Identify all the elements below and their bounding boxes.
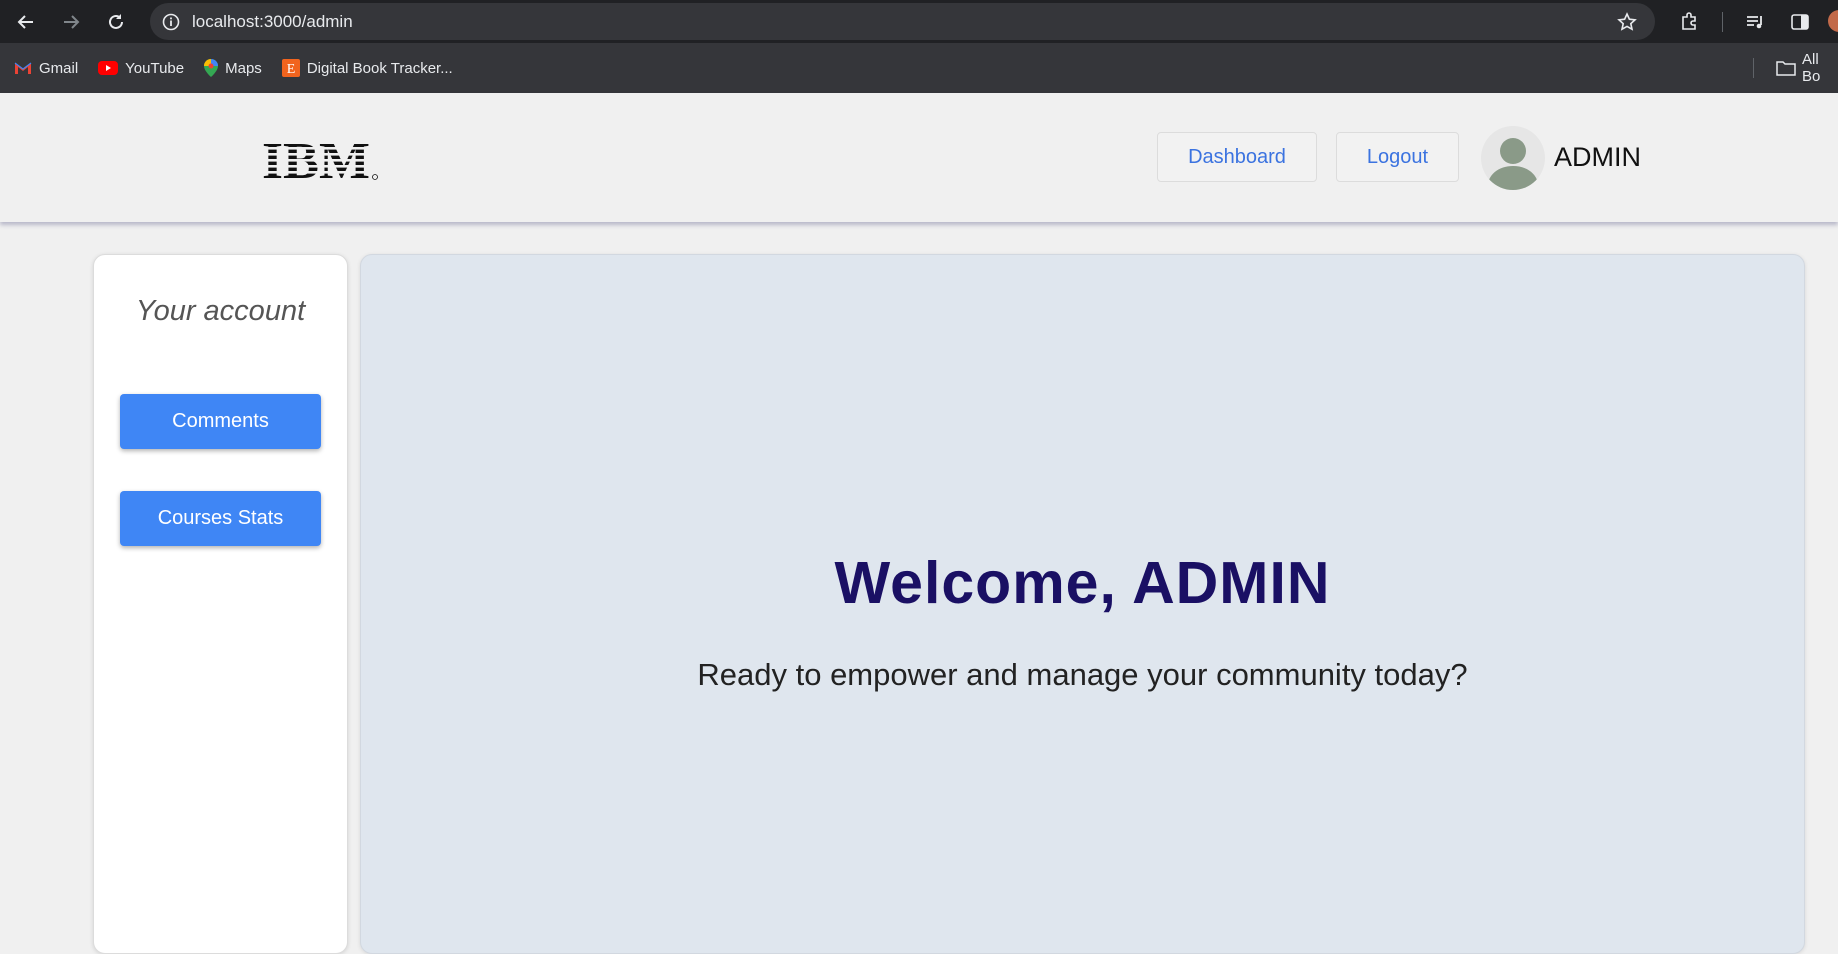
bookmarks-bar: Gmail YouTube Maps E Digital Book Tracke… xyxy=(0,43,1838,93)
all-bookmarks-folder[interactable]: All Bo xyxy=(1776,43,1838,93)
browser-toolbar: localhost:3000/admin xyxy=(0,0,1838,43)
maps-icon xyxy=(204,59,219,77)
forward-arrow-icon xyxy=(64,14,80,29)
reload-button[interactable] xyxy=(93,0,139,43)
welcome-panel: Welcome, ADMIN Ready to empower and mana… xyxy=(360,254,1805,954)
bookmarks-divider xyxy=(1753,58,1754,78)
bookmark-digital-book-tracker[interactable]: E Digital Book Tracker... xyxy=(281,59,453,77)
reload-icon xyxy=(109,13,123,29)
youtube-icon xyxy=(98,61,119,75)
back-arrow-icon xyxy=(17,14,33,29)
url-text: localhost:3000/admin xyxy=(192,11,353,31)
media-control-icon[interactable] xyxy=(1744,0,1766,43)
app-header: IBM Dashboard Logout ADMIN xyxy=(0,93,1838,222)
bookmark-star-icon[interactable] xyxy=(1617,12,1637,37)
address-bar[interactable]: localhost:3000/admin xyxy=(150,3,1655,40)
dashboard-button[interactable]: Dashboard xyxy=(1157,132,1317,182)
extensions-icon[interactable] xyxy=(1678,0,1700,43)
username-label: ADMIN xyxy=(1554,142,1641,172)
courses-stats-button[interactable]: Courses Stats xyxy=(120,491,321,546)
bookmark-gmail[interactable]: Gmail xyxy=(14,60,78,77)
site-info-icon[interactable] xyxy=(150,13,192,31)
logout-button[interactable]: Logout xyxy=(1336,132,1459,182)
side-panel-icon[interactable] xyxy=(1789,0,1811,43)
etsy-icon: E xyxy=(281,59,300,77)
welcome-heading: Welcome, ADMIN xyxy=(834,550,1331,616)
folder-icon xyxy=(1776,60,1796,76)
forward-button[interactable] xyxy=(48,0,94,43)
avatar[interactable] xyxy=(1481,126,1545,190)
profile-avatar[interactable] xyxy=(1828,10,1838,32)
account-sidebar: Your account Comments Courses Stats xyxy=(93,254,348,954)
sidebar-title: Your account xyxy=(135,295,306,327)
back-button[interactable] xyxy=(3,0,49,43)
bookmark-youtube[interactable]: YouTube xyxy=(98,60,184,77)
ibm-logo: IBM xyxy=(262,133,380,190)
gmail-icon xyxy=(14,61,32,75)
comments-button[interactable]: Comments xyxy=(120,394,321,449)
bookmark-maps[interactable]: Maps xyxy=(204,59,262,77)
user-avatar-icon xyxy=(1487,138,1539,190)
welcome-tagline: Ready to empower and manage your communi… xyxy=(697,657,1468,692)
toolbar-divider xyxy=(1722,12,1723,32)
svg-text:E: E xyxy=(287,62,296,77)
